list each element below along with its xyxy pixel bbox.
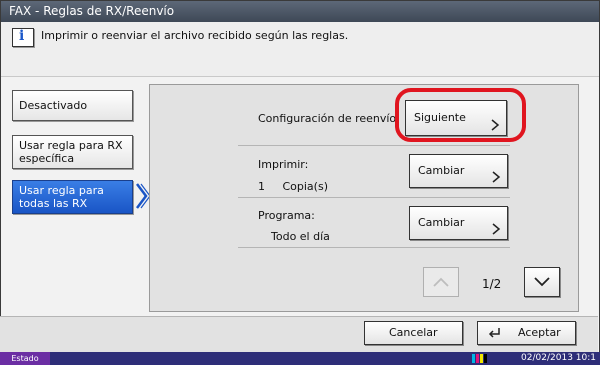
arrow-right-icon [492, 171, 501, 183]
change-program-button[interactable]: Cambiar [409, 206, 508, 240]
print-copies-value: 1 Copia(s) [258, 180, 328, 193]
print-label: Imprimir: [258, 158, 309, 171]
sidebar-item-label: Desactivado [19, 99, 88, 112]
divider [238, 145, 510, 146]
screen: FAX - Reglas de RX/Reenvío i Imprimir o … [0, 0, 600, 365]
sidebar-item-label: Usar regla para RX específica [19, 139, 123, 165]
chevron-right-icon [136, 183, 150, 209]
title-bar: FAX - Reglas de RX/Reenvío [1, 1, 599, 22]
accept-button[interactable]: Aceptar [477, 321, 576, 345]
page-down-button[interactable] [524, 267, 560, 297]
status-datetime: 02/02/2013 10:1 [521, 353, 596, 363]
cancel-label: Cancelar [389, 326, 438, 339]
sidebar-item-label: Usar regla para todas las RX [19, 184, 104, 210]
sidebar-item-rx-especifica[interactable]: Usar regla para RX específica [12, 135, 133, 169]
divider [238, 197, 510, 198]
program-value: Todo el día [271, 230, 330, 243]
info-bar: i Imprimir o reenviar el archivo recibid… [1, 22, 599, 77]
page-up-button[interactable] [423, 267, 459, 297]
status-bar: Estado 02/02/2013 10:1 [0, 352, 600, 365]
divider [238, 247, 510, 248]
page-indicator: 1/2 [482, 277, 502, 291]
chevron-down-icon [534, 277, 550, 287]
cancel-button[interactable]: Cancelar [364, 321, 463, 345]
status-button[interactable]: Estado [0, 352, 50, 365]
highlight-ring [395, 88, 526, 142]
arrow-right-icon [492, 223, 501, 235]
info-message: Imprimir o reenviar el archivo recibido … [41, 29, 349, 42]
chevron-up-icon [433, 277, 449, 287]
program-label: Programa: [258, 209, 315, 222]
enter-icon [488, 328, 500, 338]
info-icon: i [12, 28, 34, 47]
change-program-label: Cambiar [418, 216, 465, 229]
forward-config-label: Configuración de reenvío: [258, 112, 400, 125]
change-print-label: Cambiar [418, 164, 465, 177]
change-print-button[interactable]: Cambiar [409, 154, 508, 188]
accept-label: Aceptar [518, 326, 561, 339]
sidebar-item-desactivado[interactable]: Desactivado [12, 90, 133, 121]
toner-icon [472, 354, 487, 363]
sidebar-item-todas-rx[interactable]: Usar regla para todas las RX [12, 180, 133, 214]
window-title: FAX - Reglas de RX/Reenvío [9, 4, 175, 18]
